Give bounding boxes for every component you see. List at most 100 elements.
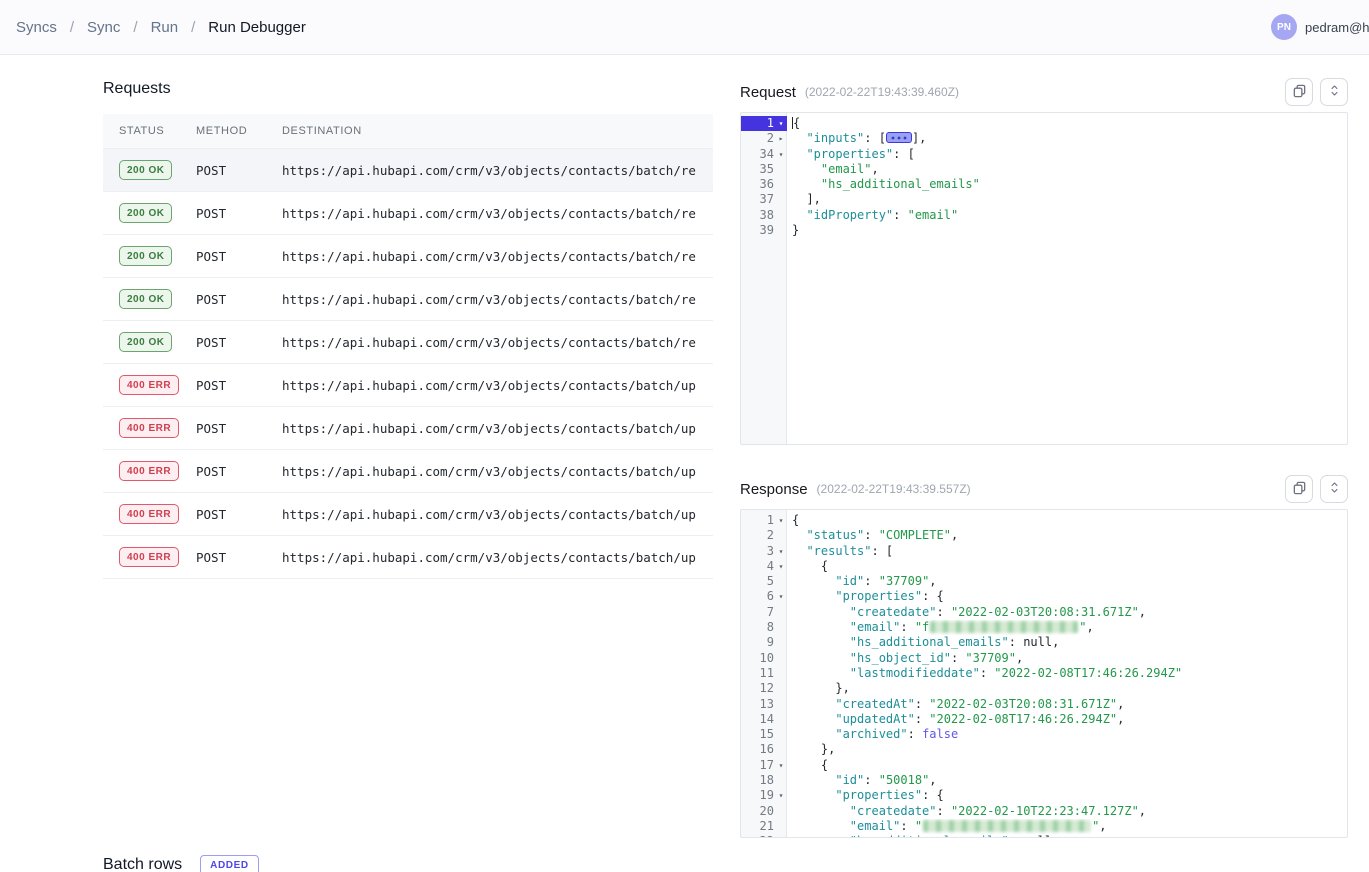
request-row[interactable]: 400 ERRPOSThttps://api.hubapi.com/crm/v3… <box>103 493 713 536</box>
line-number: 2 <box>767 528 775 543</box>
code-token <box>792 589 835 603</box>
code-token: " <box>1079 620 1086 634</box>
method-cell: POST <box>196 421 282 436</box>
chevron-down-icon[interactable]: ▾ <box>775 513 787 528</box>
code-token: : [ <box>893 147 915 161</box>
code-token <box>792 574 835 588</box>
expand-icon <box>1328 481 1341 497</box>
chevron-down-icon[interactable]: ▾ <box>775 559 787 574</box>
breadcrumb-item-sync[interactable]: Sync <box>87 19 120 36</box>
code-token <box>792 727 835 741</box>
code-token: "hs_additional_emails" <box>821 177 980 191</box>
chevron-down-icon[interactable]: ▾ <box>775 589 787 604</box>
expand-collapse-button[interactable] <box>1320 78 1348 106</box>
code-line: 15 "archived": false <box>741 727 1347 742</box>
request-editor[interactable]: 1▾{2▸ "inputs": [],34▾ "properties": [35… <box>740 112 1348 445</box>
code-text: "hs_additional_emails" <box>787 177 1347 192</box>
code-token: , <box>1139 605 1146 619</box>
line-number: 15 <box>760 727 775 742</box>
code-text: "hs_additional_emails": null, <box>787 834 1347 838</box>
status-cell: 200 OK <box>103 332 196 352</box>
breadcrumb-item-run[interactable]: Run <box>151 19 179 36</box>
chevron-down-icon[interactable]: ▾ <box>775 544 787 559</box>
request-row[interactable]: 400 ERRPOSThttps://api.hubapi.com/crm/v3… <box>103 407 713 450</box>
code-token <box>792 834 850 838</box>
code-token: "f <box>915 620 929 634</box>
batch-rows-title: Batch rows <box>103 856 182 872</box>
code-token: "email" <box>850 620 901 634</box>
copy-button[interactable] <box>1285 475 1313 503</box>
user-menu[interactable]: PN pedram@hig <box>1271 14 1369 40</box>
code-text: "email": "", <box>787 819 1347 834</box>
gutter: 20 <box>741 804 787 819</box>
gutter: 37 <box>741 192 787 207</box>
request-row[interactable]: 200 OKPOSThttps://api.hubapi.com/crm/v3/… <box>103 192 713 235</box>
code-token: ], <box>912 131 926 145</box>
request-row[interactable]: 400 ERRPOSThttps://api.hubapi.com/crm/v3… <box>103 536 713 579</box>
code-line: 6▾ "properties": { <box>741 589 1347 604</box>
chevron-down-icon[interactable]: ▾ <box>775 116 787 131</box>
gutter: 13 <box>741 697 787 712</box>
request-row[interactable]: 400 ERRPOSThttps://api.hubapi.com/crm/v3… <box>103 450 713 493</box>
expand-collapse-button[interactable] <box>1320 475 1348 503</box>
code-line: 13 "createdAt": "2022-02-03T20:08:31.671… <box>741 697 1347 712</box>
status-badge: 400 ERR <box>119 375 179 395</box>
response-editor[interactable]: 1▾{2 "status": "COMPLETE",3▾ "results": … <box>740 509 1348 838</box>
gutter: 35 <box>741 162 787 177</box>
code-token <box>792 147 806 161</box>
breadcrumb: Syncs/Sync/Run/Run Debugger <box>16 0 306 55</box>
method-cell: POST <box>196 464 282 479</box>
code-token: , <box>871 162 878 176</box>
method-cell: POST <box>196 292 282 307</box>
code-token: "results" <box>806 544 871 558</box>
request-row[interactable]: 200 OKPOSThttps://api.hubapi.com/crm/v3/… <box>103 321 713 364</box>
code-token: : <box>915 712 929 726</box>
code-token <box>792 162 821 176</box>
code-token: "2022-02-03T20:08:31.671Z" <box>929 697 1117 711</box>
request-row[interactable]: 200 OKPOSThttps://api.hubapi.com/crm/v3/… <box>103 235 713 278</box>
code-line: 19▾ "properties": { <box>741 788 1347 803</box>
status-badge: 400 ERR <box>119 418 179 438</box>
code-token: "COMPLETE" <box>879 528 951 542</box>
chevron-down-icon[interactable]: ▾ <box>775 788 787 803</box>
code-line: 36 "hs_additional_emails" <box>741 177 1347 192</box>
request-timestamp: (2022-02-22T19:43:39.460Z) <box>805 85 959 99</box>
code-token: "createdAt" <box>835 697 914 711</box>
destination-cell: https://api.hubapi.com/crm/v3/objects/co… <box>282 550 713 565</box>
gutter: 1▾ <box>741 513 787 528</box>
code-token: "2022-02-03T20:08:31.671Z" <box>951 605 1139 619</box>
code-token: , <box>1016 651 1023 665</box>
request-row[interactable]: 400 ERRPOSThttps://api.hubapi.com/crm/v3… <box>103 364 713 407</box>
code-line: 4▾ { <box>741 559 1347 574</box>
collapsed-code-widget[interactable] <box>886 132 912 143</box>
requests-title: Requests <box>103 80 713 98</box>
code-token: "lastmodifieddate" <box>850 666 980 680</box>
code-token: : <box>893 208 907 222</box>
request-row[interactable]: 200 OKPOSThttps://api.hubapi.com/crm/v3/… <box>103 149 713 192</box>
code-line: 1▾{ <box>741 513 1347 528</box>
code-text: "createdate": "2022-02-10T22:23:47.127Z"… <box>787 804 1347 819</box>
code-text: { <box>787 513 1347 528</box>
code-token: { <box>792 559 828 573</box>
breadcrumb-item-syncs[interactable]: Syncs <box>16 19 57 36</box>
code-token: "inputs" <box>806 131 864 145</box>
response-panel-header: Response (2022-02-22T19:43:39.557Z) <box>740 475 1348 503</box>
code-token: "status" <box>806 528 864 542</box>
chevron-down-icon[interactable]: ▾ <box>775 147 787 162</box>
chevron-right-icon[interactable]: ▸ <box>775 131 787 146</box>
response-panel-title: Response <box>740 481 808 498</box>
chevron-down-icon[interactable]: ▾ <box>775 758 787 773</box>
code-line: 17▾ { <box>741 758 1347 773</box>
code-token <box>792 131 806 145</box>
code-token: }, <box>792 742 835 756</box>
request-row[interactable]: 200 OKPOSThttps://api.hubapi.com/crm/v3/… <box>103 278 713 321</box>
code-token: : <box>864 574 878 588</box>
code-token: : <box>1009 635 1023 649</box>
code-token <box>792 620 850 634</box>
code-token: , <box>1099 819 1106 833</box>
destination-cell: https://api.hubapi.com/crm/v3/objects/co… <box>282 292 713 307</box>
column-header-destination: DESTINATION <box>282 125 713 137</box>
gutter: 16 <box>741 742 787 757</box>
copy-button[interactable] <box>1285 78 1313 106</box>
code-token <box>792 712 835 726</box>
